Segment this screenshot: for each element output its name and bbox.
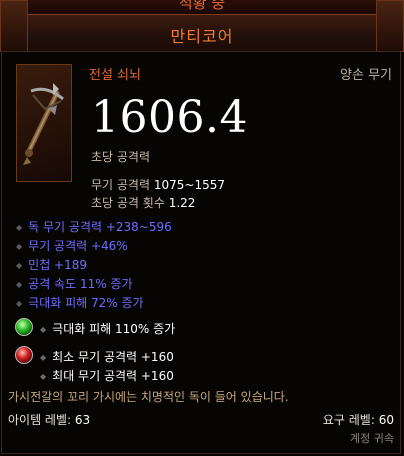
item-icon-frame (16, 64, 72, 182)
required-level-value: 60 (378, 413, 394, 427)
stat-attack-speed: 공격 속도 11% 증가 (16, 275, 132, 292)
item-level-label: 아이템 레벨: (8, 413, 72, 427)
socket-2-effect-max: 최대 무기 공격력 +160 (40, 367, 174, 384)
stat-weapon-damage-percent: 무기 공격력 +46% (16, 237, 128, 254)
stat-dexterity: 민첩 +189 (16, 256, 87, 273)
item-type: 전설 쇠뇌 (89, 68, 141, 83)
item-level-row: 아이템 레벨: 63 (8, 411, 90, 428)
weapon-damage-value: 1075~1557 (153, 178, 225, 192)
item-level-value: 63 (74, 413, 91, 427)
account-bound-label: 계정 귀속 (350, 432, 394, 445)
header-banner: 만티코어 (0, 14, 404, 52)
emerald-gem-icon (15, 318, 33, 336)
weapon-damage-label: 무기 공격력 (91, 178, 151, 192)
attack-speed-label: 초당 공격 횟수 (91, 196, 165, 210)
ruby-gem-icon (15, 346, 33, 364)
damage-per-second: 1606.4 (91, 92, 248, 143)
damage-per-second-label: 초당 공격력 (91, 150, 151, 164)
item-slot: 양손 무기 (340, 68, 392, 83)
item-tooltip: 적황 중 만티코어 전설 쇠뇌 양손 무기 1606.4 초당 공격력 무기 공… (0, 0, 404, 456)
attack-speed-value: 1.22 (168, 196, 196, 210)
header-left-ornament (0, 0, 28, 52)
socket-1-effect: 극대화 피해 110% 증가 (40, 320, 175, 337)
required-level-row: 요구 레벨: 60 (323, 411, 394, 428)
stat-poison-damage: 독 무기 공격력 +238~596 (16, 218, 172, 235)
crossbow-icon (23, 83, 64, 165)
item-name: 만티코어 (170, 27, 234, 46)
required-level-label: 요구 레벨: (322, 413, 375, 427)
header-top-text: 적황 중 (178, 0, 226, 12)
weapon-damage-row: 무기 공격력 1075~1557 (91, 176, 225, 193)
socket-2-effect-min: 최소 무기 공격력 +160 (40, 348, 174, 365)
stat-critical-damage: 극대화 피해 72% 증가 (16, 294, 143, 311)
flavor-text: 가시전갈의 꼬리 가시에는 치명적인 독이 들어 있습니다. (8, 390, 289, 404)
header-right-ornament (376, 0, 404, 52)
header-previous-title: 적황 중 (0, 0, 404, 15)
attack-speed-row: 초당 공격 횟수 1.22 (91, 194, 195, 211)
